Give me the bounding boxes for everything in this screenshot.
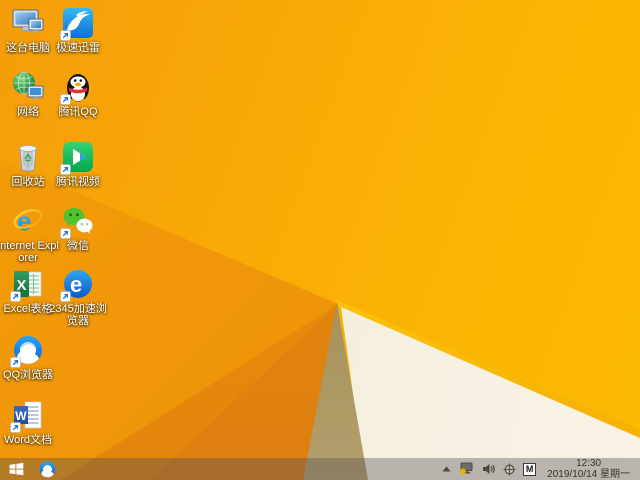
internet-explorer-icon: e — [11, 204, 45, 238]
icon-label-tencent-video: 腾讯视频 — [56, 176, 100, 188]
windows-logo-icon — [9, 462, 24, 476]
desktop-icon-qq-browser[interactable]: QQ浏览器 — [0, 333, 60, 381]
network-status-icon[interactable] — [459, 462, 475, 476]
shortcut-arrow-icon — [60, 228, 71, 239]
icon-label-network: 网络 — [17, 106, 39, 118]
clock-time: 12:30 — [576, 458, 602, 469]
2345-browser-icon: e — [60, 267, 95, 302]
icon-label-qq: 腾讯QQ — [58, 106, 98, 118]
desktop-icon-word[interactable]: W Word文档 — [0, 398, 60, 446]
wechat-icon — [60, 204, 95, 239]
shortcut-arrow-icon — [60, 30, 71, 41]
tencent-video-icon — [60, 140, 95, 175]
desktop[interactable]: 这台电脑 极速迅雷 网络 腾讯QQ 回收站 腾讯视频 e Internet Ex… — [0, 0, 640, 480]
icon-label-this-pc: 这台电脑 — [6, 42, 50, 54]
word-icon: W — [10, 398, 45, 433]
icon-label-word: Word文档 — [3, 434, 53, 446]
xunlei-icon — [60, 6, 95, 41]
icon-label-xunlei: 极速迅雷 — [56, 42, 100, 54]
desktop-icon-xunlei[interactable]: 极速迅雷 — [46, 6, 110, 54]
input-method-indicator[interactable]: M — [523, 462, 537, 476]
volume-icon[interactable] — [482, 463, 496, 475]
show-hidden-icons-chevron[interactable] — [441, 464, 452, 474]
qq-penguin-icon — [60, 70, 95, 105]
desktop-icon-tencent-video[interactable]: 腾讯视频 — [46, 140, 110, 188]
icon-label-2345-browser: 2345加速浏览器 — [49, 303, 107, 327]
desktop-icon-wechat[interactable]: 微信 — [46, 204, 110, 252]
shortcut-arrow-icon — [60, 94, 71, 105]
icon-label-qq-browser: QQ浏览器 — [2, 369, 54, 381]
system-tray: M 12:30 2019/10/14 星期一 — [441, 458, 640, 480]
shortcut-arrow-icon — [10, 291, 21, 302]
shortcut-arrow-icon — [60, 164, 71, 175]
start-button[interactable] — [9, 458, 24, 480]
svg-text:e: e — [70, 272, 82, 297]
taskbar-qq-browser-button[interactable] — [38, 458, 57, 480]
excel-icon: X — [10, 267, 45, 302]
desktop-icon-qq[interactable]: 腾讯QQ — [46, 70, 110, 118]
svg-text:W: W — [15, 409, 27, 423]
taskbar-clock[interactable]: 12:30 2019/10/14 星期一 — [543, 458, 634, 480]
clock-date: 2019/10/14 星期一 — [547, 469, 630, 480]
shortcut-arrow-icon — [10, 422, 21, 433]
desktop-icon-2345-browser[interactable]: e 2345加速浏览器 — [46, 267, 110, 327]
icon-label-recycle-bin: 回收站 — [11, 176, 45, 188]
qq-browser-icon — [10, 333, 45, 368]
network-icon — [11, 70, 45, 104]
shortcut-arrow-icon — [10, 357, 21, 368]
shortcut-arrow-icon — [60, 291, 71, 302]
target-icon[interactable] — [503, 463, 516, 476]
recycle-bin-icon — [11, 140, 45, 174]
icon-label-wechat: 微信 — [67, 240, 89, 252]
qq-browser-taskbar-icon — [39, 461, 56, 477]
taskbar: M 12:30 2019/10/14 星期一 — [0, 458, 640, 480]
this-pc-icon — [11, 6, 45, 40]
